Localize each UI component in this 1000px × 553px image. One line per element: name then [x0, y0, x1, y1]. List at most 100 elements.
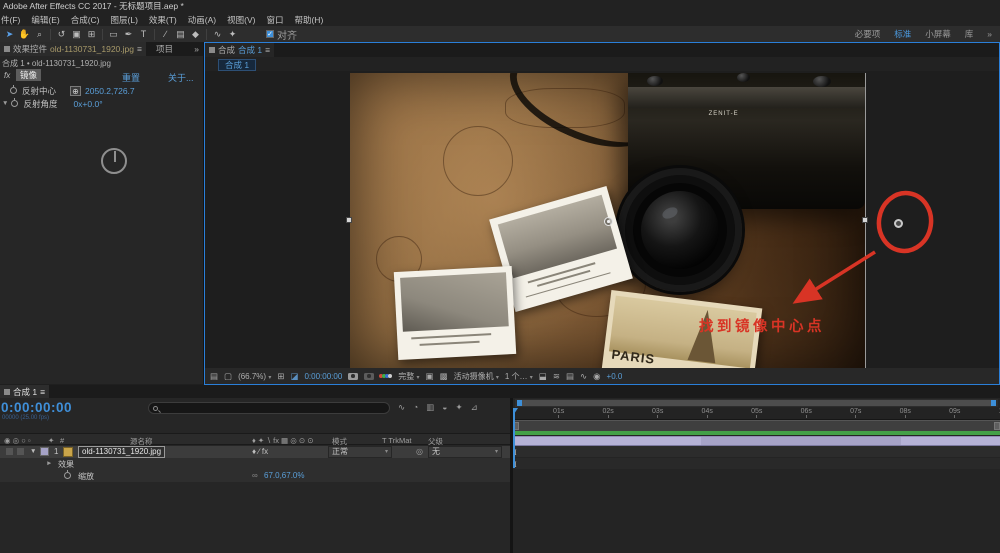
expand-triangle-icon[interactable]: ▼ — [2, 100, 8, 107]
effect-about-button[interactable]: 关于... — [168, 71, 194, 84]
tab-overflow-icon[interactable]: » — [194, 44, 199, 54]
effect-controls-tab[interactable]: 效果控件 old-1130731_1920.jpg ≡ — [0, 42, 146, 56]
workspace-overflow-icon[interactable]: » — [987, 29, 992, 39]
menu-edit[interactable]: 编辑(E) — [31, 14, 59, 26]
work-area-bar[interactable] — [513, 420, 1000, 431]
workspace-small-screen[interactable]: 小屏幕 — [925, 28, 951, 40]
layer-expand-icon[interactable]: ▼ — [30, 448, 36, 455]
snapshot-icon[interactable] — [348, 373, 358, 380]
snap-control[interactable]: ✓ 对齐 — [266, 27, 297, 42]
rotate-tool-icon[interactable]: ↺ — [54, 27, 69, 41]
view-layout-select[interactable]: 1 个… ▾ — [505, 371, 533, 382]
magnification-select[interactable]: (66.7%) ▾ — [238, 372, 271, 381]
search-input[interactable] — [161, 404, 361, 413]
workspace-libraries[interactable]: 库 — [965, 28, 974, 40]
scale-value[interactable]: 67.0,67.0% — [264, 471, 304, 480]
shy-icon[interactable]: ◔ — [413, 402, 418, 413]
effect-reset-button[interactable]: 重置 — [122, 71, 140, 84]
effect-name[interactable]: 镜像 — [16, 69, 41, 81]
transparency-grid-icon[interactable]: ▩ — [440, 371, 448, 382]
layer-duration-bar[interactable] — [513, 436, 1000, 446]
show-snapshot-icon[interactable] — [364, 373, 374, 380]
eraser-tool-icon[interactable]: ◆ — [188, 27, 203, 41]
composition-viewer[interactable]: ZENIT-E — [205, 71, 999, 368]
shape-tool-icon[interactable]: ▭ — [106, 27, 121, 41]
time-ruler[interactable]: 01s 02s 03s 04s 05s 06s 07s 08s 09s 10s — [513, 408, 1000, 420]
menu-window[interactable]: 窗口 — [266, 14, 283, 26]
menu-animation[interactable]: 动画(A) — [188, 14, 216, 26]
workspace-standard[interactable]: 标准 — [894, 28, 911, 40]
motion-blur-icon[interactable]: ◒ — [442, 402, 447, 413]
puppet-pin-tool-icon[interactable]: ✦ — [225, 27, 240, 41]
snap-checkbox[interactable]: ✓ — [266, 30, 274, 38]
parent-pickwhip-icon[interactable]: ◎ — [416, 447, 423, 456]
eye-toggle[interactable] — [6, 448, 13, 455]
angle-dial[interactable] — [101, 148, 127, 174]
stopwatch-icon[interactable] — [64, 472, 71, 479]
timeline-button-icon[interactable]: ▤ — [566, 371, 574, 382]
active-camera-select[interactable]: 活动摄像机 ▾ — [454, 371, 499, 382]
resolution-select[interactable]: 完整 ▾ — [398, 371, 419, 382]
playhead-line[interactable] — [513, 408, 515, 468]
crosshair-button[interactable]: ⊕ — [70, 86, 81, 96]
mask-visibility-icon[interactable]: ◪ — [290, 371, 298, 382]
timeline-search[interactable] — [148, 402, 390, 414]
camera-tool-icon[interactable]: ▣ — [69, 27, 84, 41]
preview-timecode[interactable]: 0:00:00:00 — [304, 372, 342, 381]
brainstorm-icon[interactable]: ✦ — [455, 402, 462, 413]
region-of-interest-icon[interactable]: ▣ — [426, 371, 434, 382]
fast-previews-icon[interactable]: ≋ — [553, 371, 560, 382]
timeline-tab[interactable]: 合成 1 ≡ — [0, 385, 49, 399]
effects-group-row[interactable]: ► 效果 — [0, 458, 510, 470]
reflection-center-value[interactable]: 2050.2,726.7 — [85, 86, 135, 96]
graph-editor-icon[interactable]: ⊿ — [471, 402, 478, 413]
zoom-tool-icon[interactable]: ⌕ — [32, 27, 47, 41]
composition-tab[interactable]: 合成 合成 1 ≡ — [205, 43, 274, 57]
menu-layer[interactable]: 图层(L) — [111, 14, 138, 26]
menu-composition[interactable]: 合成(C) — [71, 14, 100, 26]
blend-mode-select[interactable]: 正常 ▾ — [328, 446, 392, 458]
pixel-aspect-icon[interactable]: ⬓ — [539, 371, 547, 382]
pen-tool-icon[interactable]: ✒ — [121, 27, 136, 41]
type-tool-icon[interactable]: T — [136, 27, 151, 41]
exposure-icon[interactable]: ◉ — [593, 371, 600, 382]
audio-toggle[interactable] — [17, 448, 24, 455]
flowchart-icon[interactable]: ∿ — [580, 371, 587, 382]
panel-menu-icon[interactable]: ≡ — [265, 45, 270, 55]
link-icon[interactable]: ∞ — [252, 471, 258, 480]
parent-select[interactable]: 无 ▾ — [428, 446, 502, 458]
scrollbar-thumb[interactable] — [517, 400, 996, 406]
menu-effect[interactable]: 效果(T) — [149, 14, 177, 26]
trkmat-column-header[interactable]: T TrkMat — [382, 436, 411, 445]
clone-stamp-tool-icon[interactable]: ▤ — [173, 27, 188, 41]
mini-flowchart-icon[interactable]: ∿ — [398, 402, 405, 413]
menu-help[interactable]: 帮助(H) — [294, 14, 323, 26]
frame-blend-icon[interactable]: ▥ — [426, 402, 434, 413]
grid-guides-icon[interactable]: ⊞ — [277, 371, 284, 382]
layer-name[interactable]: old-1130731_1920.jpg — [78, 446, 165, 458]
hand-tool-icon[interactable]: ✋ — [17, 27, 32, 41]
project-tab[interactable]: 项目 — [156, 43, 173, 55]
brush-tool-icon[interactable]: ∕ — [158, 27, 173, 41]
mini-flowchart-button[interactable]: 合成 1 — [218, 59, 256, 71]
panel-menu-icon[interactable]: ≡ — [40, 387, 45, 397]
stopwatch-icon[interactable] — [11, 100, 18, 107]
menu-view[interactable]: 视图(V) — [227, 14, 255, 26]
scale-property-row[interactable]: 缩放 ∞ 67.0,67.0% — [0, 470, 510, 482]
main-monitor-icon[interactable]: ▢ — [224, 371, 232, 382]
pan-behind-tool-icon[interactable]: ⊞ — [84, 27, 99, 41]
layer-row[interactable]: ▼ 1 old-1130731_1920.jpg ♦ ∕ fx 正常 ▾ ◎ 无… — [0, 446, 510, 458]
timeline-track-area[interactable]: 01s 02s 03s 04s 05s 06s 07s 08s 09s 10s — [513, 398, 1000, 553]
exposure-value[interactable]: +0.0 — [607, 372, 623, 381]
current-timecode[interactable]: 0:00:00:00 — [1, 400, 72, 415]
stopwatch-icon[interactable] — [10, 87, 17, 94]
timeline-zoom-scrollbar[interactable] — [515, 399, 998, 407]
work-area-end-handle[interactable] — [994, 422, 1000, 430]
selection-tool-icon[interactable]: ➤ — [2, 27, 17, 41]
roto-brush-tool-icon[interactable]: ∿ — [210, 27, 225, 41]
menu-file[interactable]: 件(F) — [1, 14, 20, 26]
reflection-angle-value[interactable]: 0x+0.0° — [73, 99, 102, 109]
channels-icon[interactable] — [380, 374, 392, 379]
layer-switches-icons[interactable]: ♦ ∕ fx — [252, 447, 268, 456]
collapsed-triangle-icon[interactable]: ► — [46, 460, 52, 467]
